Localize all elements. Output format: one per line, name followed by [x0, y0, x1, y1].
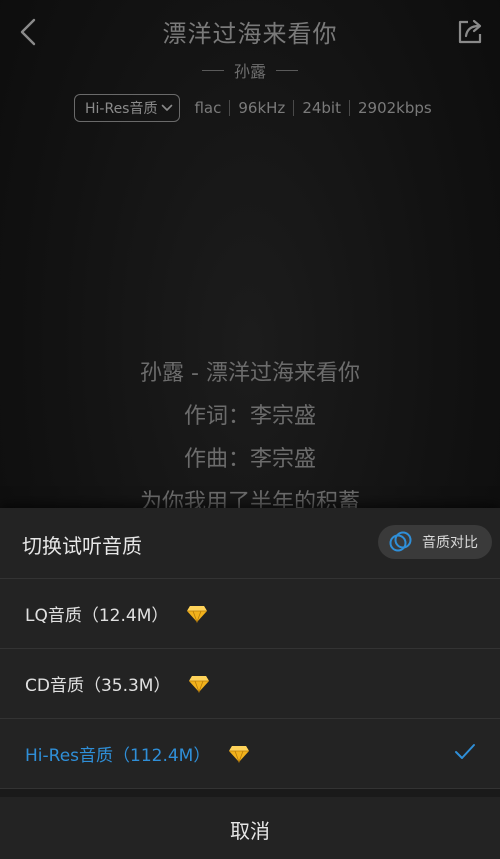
quality-option-cd[interactable]: CD音质（35.3M）	[0, 649, 500, 719]
meta-separator	[348, 100, 350, 116]
artist-divider-right	[276, 69, 298, 71]
quality-option-label: Hi-Res音质（112.4M）	[25, 746, 211, 766]
sheet-header: 切换试听音质 音质对比	[0, 508, 500, 579]
quality-option-label: CD音质（35.3M）	[25, 676, 171, 696]
quality-option-lq[interactable]: LQ音质（12.4M）	[0, 579, 500, 649]
back-button[interactable]	[10, 12, 46, 52]
artist-name: 孙露	[233, 62, 266, 81]
audio-meta: flac 96kHz 24bit 2902kbps	[194, 99, 431, 117]
player-screen: 漂洋过海来看你 孙露 Hi-Res音质 flac 96kHz 24bit 290…	[0, 0, 500, 859]
quality-dropdown[interactable]: Hi-Res音质	[74, 94, 181, 122]
chevron-left-icon	[20, 18, 36, 46]
quality-bottom-sheet: 切换试听音质 音质对比 LQ音质（12.4M） CD音质（35.3M） Hi-R…	[0, 508, 500, 859]
quality-option-hires[interactable]: Hi-Res音质（112.4M）	[0, 719, 500, 789]
quality-dropdown-label: Hi-Res音质	[85, 101, 158, 117]
cancel-button[interactable]: 取消	[0, 797, 500, 859]
overlap-circles-icon	[388, 529, 414, 555]
meta-separator	[229, 100, 231, 116]
audio-format: flac	[194, 99, 222, 117]
player-header: 漂洋过海来看你 孙露 Hi-Res音质 flac 96kHz 24bit 290…	[0, 0, 500, 140]
lyric-line: 作词：李宗盛	[183, 404, 316, 429]
share-icon	[458, 19, 482, 44]
diamond-icon	[188, 675, 210, 693]
quality-compare-label: 音质对比	[422, 535, 478, 551]
audio-sample-rate: 96kHz	[238, 99, 286, 117]
audio-bit-depth: 24bit	[302, 99, 341, 117]
chevron-down-icon	[161, 103, 173, 113]
share-button[interactable]	[450, 12, 490, 52]
diamond-icon	[186, 605, 208, 623]
quality-info-row: Hi-Res音质 flac 96kHz 24bit 2902kbps	[74, 94, 432, 122]
diamond-icon	[228, 745, 250, 763]
lyrics-panel: 孙露 - 漂洋过海来看你 作词：李宗盛 作曲：李宗盛 为你我用了半年的积蓄	[0, 352, 500, 524]
check-icon	[454, 743, 476, 761]
sheet-title: 切换试听音质	[22, 534, 142, 558]
artist-row: 孙露	[0, 58, 500, 82]
song-title: 漂洋过海来看你	[162, 20, 338, 48]
lyric-line: 作曲：李宗盛	[183, 447, 316, 472]
quality-compare-button[interactable]: 音质对比	[378, 525, 492, 559]
audio-bitrate: 2902kbps	[357, 99, 432, 117]
meta-separator	[293, 100, 295, 116]
sheet-divider	[0, 789, 500, 797]
artist-divider-left	[201, 69, 224, 71]
lyric-line: 孙露 - 漂洋过海来看你	[140, 361, 360, 386]
quality-option-label: LQ音质（12.4M）	[25, 606, 169, 626]
